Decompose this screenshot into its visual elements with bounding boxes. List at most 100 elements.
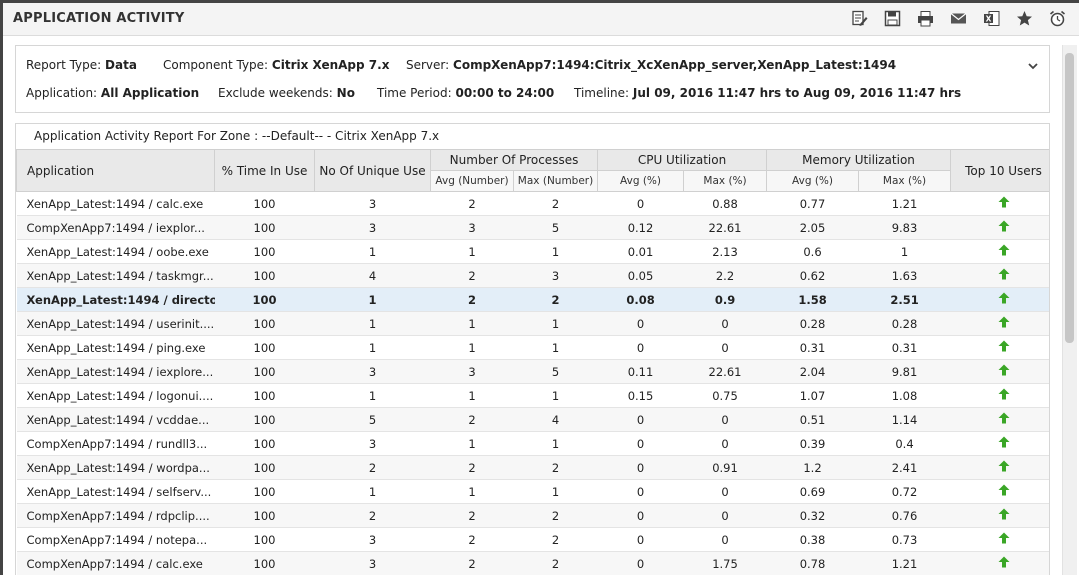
table-row[interactable]: CompXenApp7:1494 / rundll3... 100 3 1 1 0 0 0.3… xyxy=(16,431,1049,456)
activity-table: Application % Time In Use No Of Unique U… xyxy=(16,149,1049,575)
top-users-up-arrow-icon[interactable] xyxy=(998,196,1010,208)
print-icon[interactable] xyxy=(916,9,935,28)
col-header-application[interactable]: Application xyxy=(16,149,215,192)
top-users-up-arrow-icon[interactable] xyxy=(998,460,1010,472)
table-row[interactable]: XenApp_Latest:1494 / oobe.exe 100 1 1 1 0.01 2… xyxy=(16,239,1049,264)
save-icon[interactable] xyxy=(883,9,902,28)
email-icon[interactable] xyxy=(949,9,968,28)
cell-mem-avg: 0.31 xyxy=(766,335,859,360)
table-body: XenApp_Latest:1494 / calc.exe 100 3 2 2 0 0.88… xyxy=(16,191,1049,575)
top-users-up-arrow-icon[interactable] xyxy=(998,508,1010,520)
cell-mem-max: 0.72 xyxy=(858,479,951,504)
cell-cpu-max: 0 xyxy=(683,311,767,336)
vertical-scrollbar[interactable] xyxy=(1062,45,1077,575)
table-row[interactable]: XenApp_Latest:1494 / ping.exe 100 1 1 1 0 0 0.3… xyxy=(16,335,1049,360)
col-header-top-users[interactable]: Top 10 Users xyxy=(950,149,1049,192)
col-header-mem-avg[interactable]: Avg (%) xyxy=(766,170,860,192)
cell-cpu-avg: 0 xyxy=(597,191,684,216)
cell-mem-avg: 1.2 xyxy=(766,455,859,480)
excel-export-icon[interactable]: X xyxy=(982,9,1001,28)
cell-cpu-avg: 0.01 xyxy=(597,239,684,264)
top-users-up-arrow-icon[interactable] xyxy=(998,532,1010,544)
cell-mem-avg: 0.32 xyxy=(766,503,859,528)
top-users-up-arrow-icon[interactable] xyxy=(998,556,1010,568)
cell-cpu-avg: 0.12 xyxy=(597,215,684,240)
table-row[interactable]: CompXenApp7:1494 / calc.exe 100 3 2 2 0 1.75 0.… xyxy=(16,551,1049,575)
application-filter: Application: All Application xyxy=(26,86,200,100)
top-users-up-arrow-icon[interactable] xyxy=(998,316,1010,328)
cell-mem-max: 0.73 xyxy=(858,527,951,552)
cell-mem-max: 0.28 xyxy=(858,311,951,336)
cell-proc-avg: 2 xyxy=(430,191,514,216)
table-row[interactable]: CompXenApp7:1494 / rdpclip.... 100 2 2 2 0 0 0.… xyxy=(16,503,1049,528)
cell-application: XenApp_Latest:1494 / vcddae... xyxy=(16,407,215,432)
col-header-mem-max[interactable]: Max (%) xyxy=(858,170,952,192)
cell-application: CompXenApp7:1494 / iexplor... xyxy=(16,215,215,240)
cell-proc-avg: 2 xyxy=(430,407,514,432)
cell-application: XenApp_Latest:1494 / iexplore... xyxy=(16,359,215,384)
top-users-up-arrow-icon[interactable] xyxy=(998,364,1010,376)
cell-unique-users: 1 xyxy=(314,239,431,264)
cell-unique-users: 3 xyxy=(314,431,431,456)
table-row[interactable]: XenApp_Latest:1494 / logonui.... 100 1 1 1 0.… xyxy=(16,383,1049,408)
cell-time-in-use: 100 xyxy=(214,191,315,216)
cell-mem-max: 0.31 xyxy=(858,335,951,360)
cell-unique-users: 1 xyxy=(314,383,431,408)
cell-top-users xyxy=(950,551,1049,575)
col-header-cpu-avg[interactable]: Avg (%) xyxy=(597,170,685,192)
top-users-up-arrow-icon[interactable] xyxy=(998,412,1010,424)
schedule-alarm-icon[interactable] xyxy=(1048,9,1067,28)
cell-mem-max: 1.14 xyxy=(858,407,951,432)
cell-proc-max: 1 xyxy=(513,335,598,360)
cell-cpu-avg: 0.11 xyxy=(597,359,684,384)
cell-mem-avg: 0.78 xyxy=(766,551,859,575)
col-header-cpu-max[interactable]: Max (%) xyxy=(683,170,768,192)
cell-mem-avg: 0.6 xyxy=(766,239,859,264)
top-users-up-arrow-icon[interactable] xyxy=(998,244,1010,256)
table-row[interactable]: XenApp_Latest:1494 / vcddae... 100 5 2 4 0 0 0.… xyxy=(16,407,1049,432)
cell-proc-avg: 1 xyxy=(430,479,514,504)
table-row[interactable]: XenApp_Latest:1494 / taskmgr... 100 4 2 3 0.0… xyxy=(16,263,1049,288)
cell-proc-avg: 1 xyxy=(430,335,514,360)
top-users-up-arrow-icon[interactable] xyxy=(998,220,1010,232)
toolbar: X xyxy=(850,9,1067,31)
top-users-up-arrow-icon[interactable] xyxy=(998,484,1010,496)
cell-application: XenApp_Latest:1494 / ping.exe xyxy=(16,335,215,360)
col-header-unique-users[interactable]: No Of Unique Use xyxy=(314,149,431,192)
cell-top-users xyxy=(950,263,1049,288)
cell-time-in-use: 100 xyxy=(214,287,315,312)
cell-proc-avg: 2 xyxy=(430,503,514,528)
top-users-up-arrow-icon[interactable] xyxy=(998,268,1010,280)
cell-proc-max: 1 xyxy=(513,431,598,456)
table-row[interactable]: CompXenApp7:1494 / iexplor... 100 3 3 5 0.12 2… xyxy=(16,215,1049,240)
table-row[interactable]: XenApp_Latest:1494 / directo... 100 1 2 2 0.0… xyxy=(16,287,1049,312)
col-header-proc-max[interactable]: Max (Number) xyxy=(512,170,599,192)
top-users-up-arrow-icon[interactable] xyxy=(998,436,1010,448)
table-row[interactable]: XenApp_Latest:1494 / calc.exe 100 3 2 2 0 0.88… xyxy=(16,191,1049,216)
col-header-time-in-use[interactable]: % Time In Use xyxy=(214,149,315,192)
table-row[interactable]: CompXenApp7:1494 / notepa... 100 3 2 2 0 0 0.38… xyxy=(16,527,1049,552)
favorite-star-icon[interactable] xyxy=(1015,9,1034,28)
cell-application: XenApp_Latest:1494 / calc.exe xyxy=(16,191,215,216)
edit-report-icon[interactable] xyxy=(850,9,869,28)
top-users-up-arrow-icon[interactable] xyxy=(998,340,1010,352)
top-users-up-arrow-icon[interactable] xyxy=(998,292,1010,304)
cell-application: CompXenApp7:1494 / calc.exe xyxy=(16,551,215,575)
top-users-up-arrow-icon[interactable] xyxy=(998,388,1010,400)
cell-proc-avg: 1 xyxy=(430,431,514,456)
cell-top-users xyxy=(950,479,1049,504)
table-row[interactable]: XenApp_Latest:1494 / wordpa... 100 2 2 2 0 0.9… xyxy=(16,455,1049,480)
report-panel: Application Activity Report For Zone : -… xyxy=(15,123,1050,575)
col-header-proc-avg[interactable]: Avg (Number) xyxy=(430,170,514,192)
table-row[interactable]: XenApp_Latest:1494 / iexplore... 100 3 3 5 0.… xyxy=(16,359,1049,384)
cell-application: XenApp_Latest:1494 / directo... xyxy=(16,287,215,312)
table-row[interactable]: XenApp_Latest:1494 / userinit.... 100 1 1 1 0… xyxy=(16,311,1049,336)
cell-mem-max: 1.21 xyxy=(858,551,951,575)
cell-time-in-use: 100 xyxy=(214,239,315,264)
chevron-down-icon[interactable] xyxy=(1027,60,1039,72)
svg-text:X: X xyxy=(986,15,992,24)
cell-cpu-max: 0 xyxy=(683,407,767,432)
scrollbar-thumb[interactable] xyxy=(1065,53,1074,343)
cell-proc-max: 1 xyxy=(513,383,598,408)
table-row[interactable]: XenApp_Latest:1494 / selfserv... 100 1 1 1 0 0… xyxy=(16,479,1049,504)
